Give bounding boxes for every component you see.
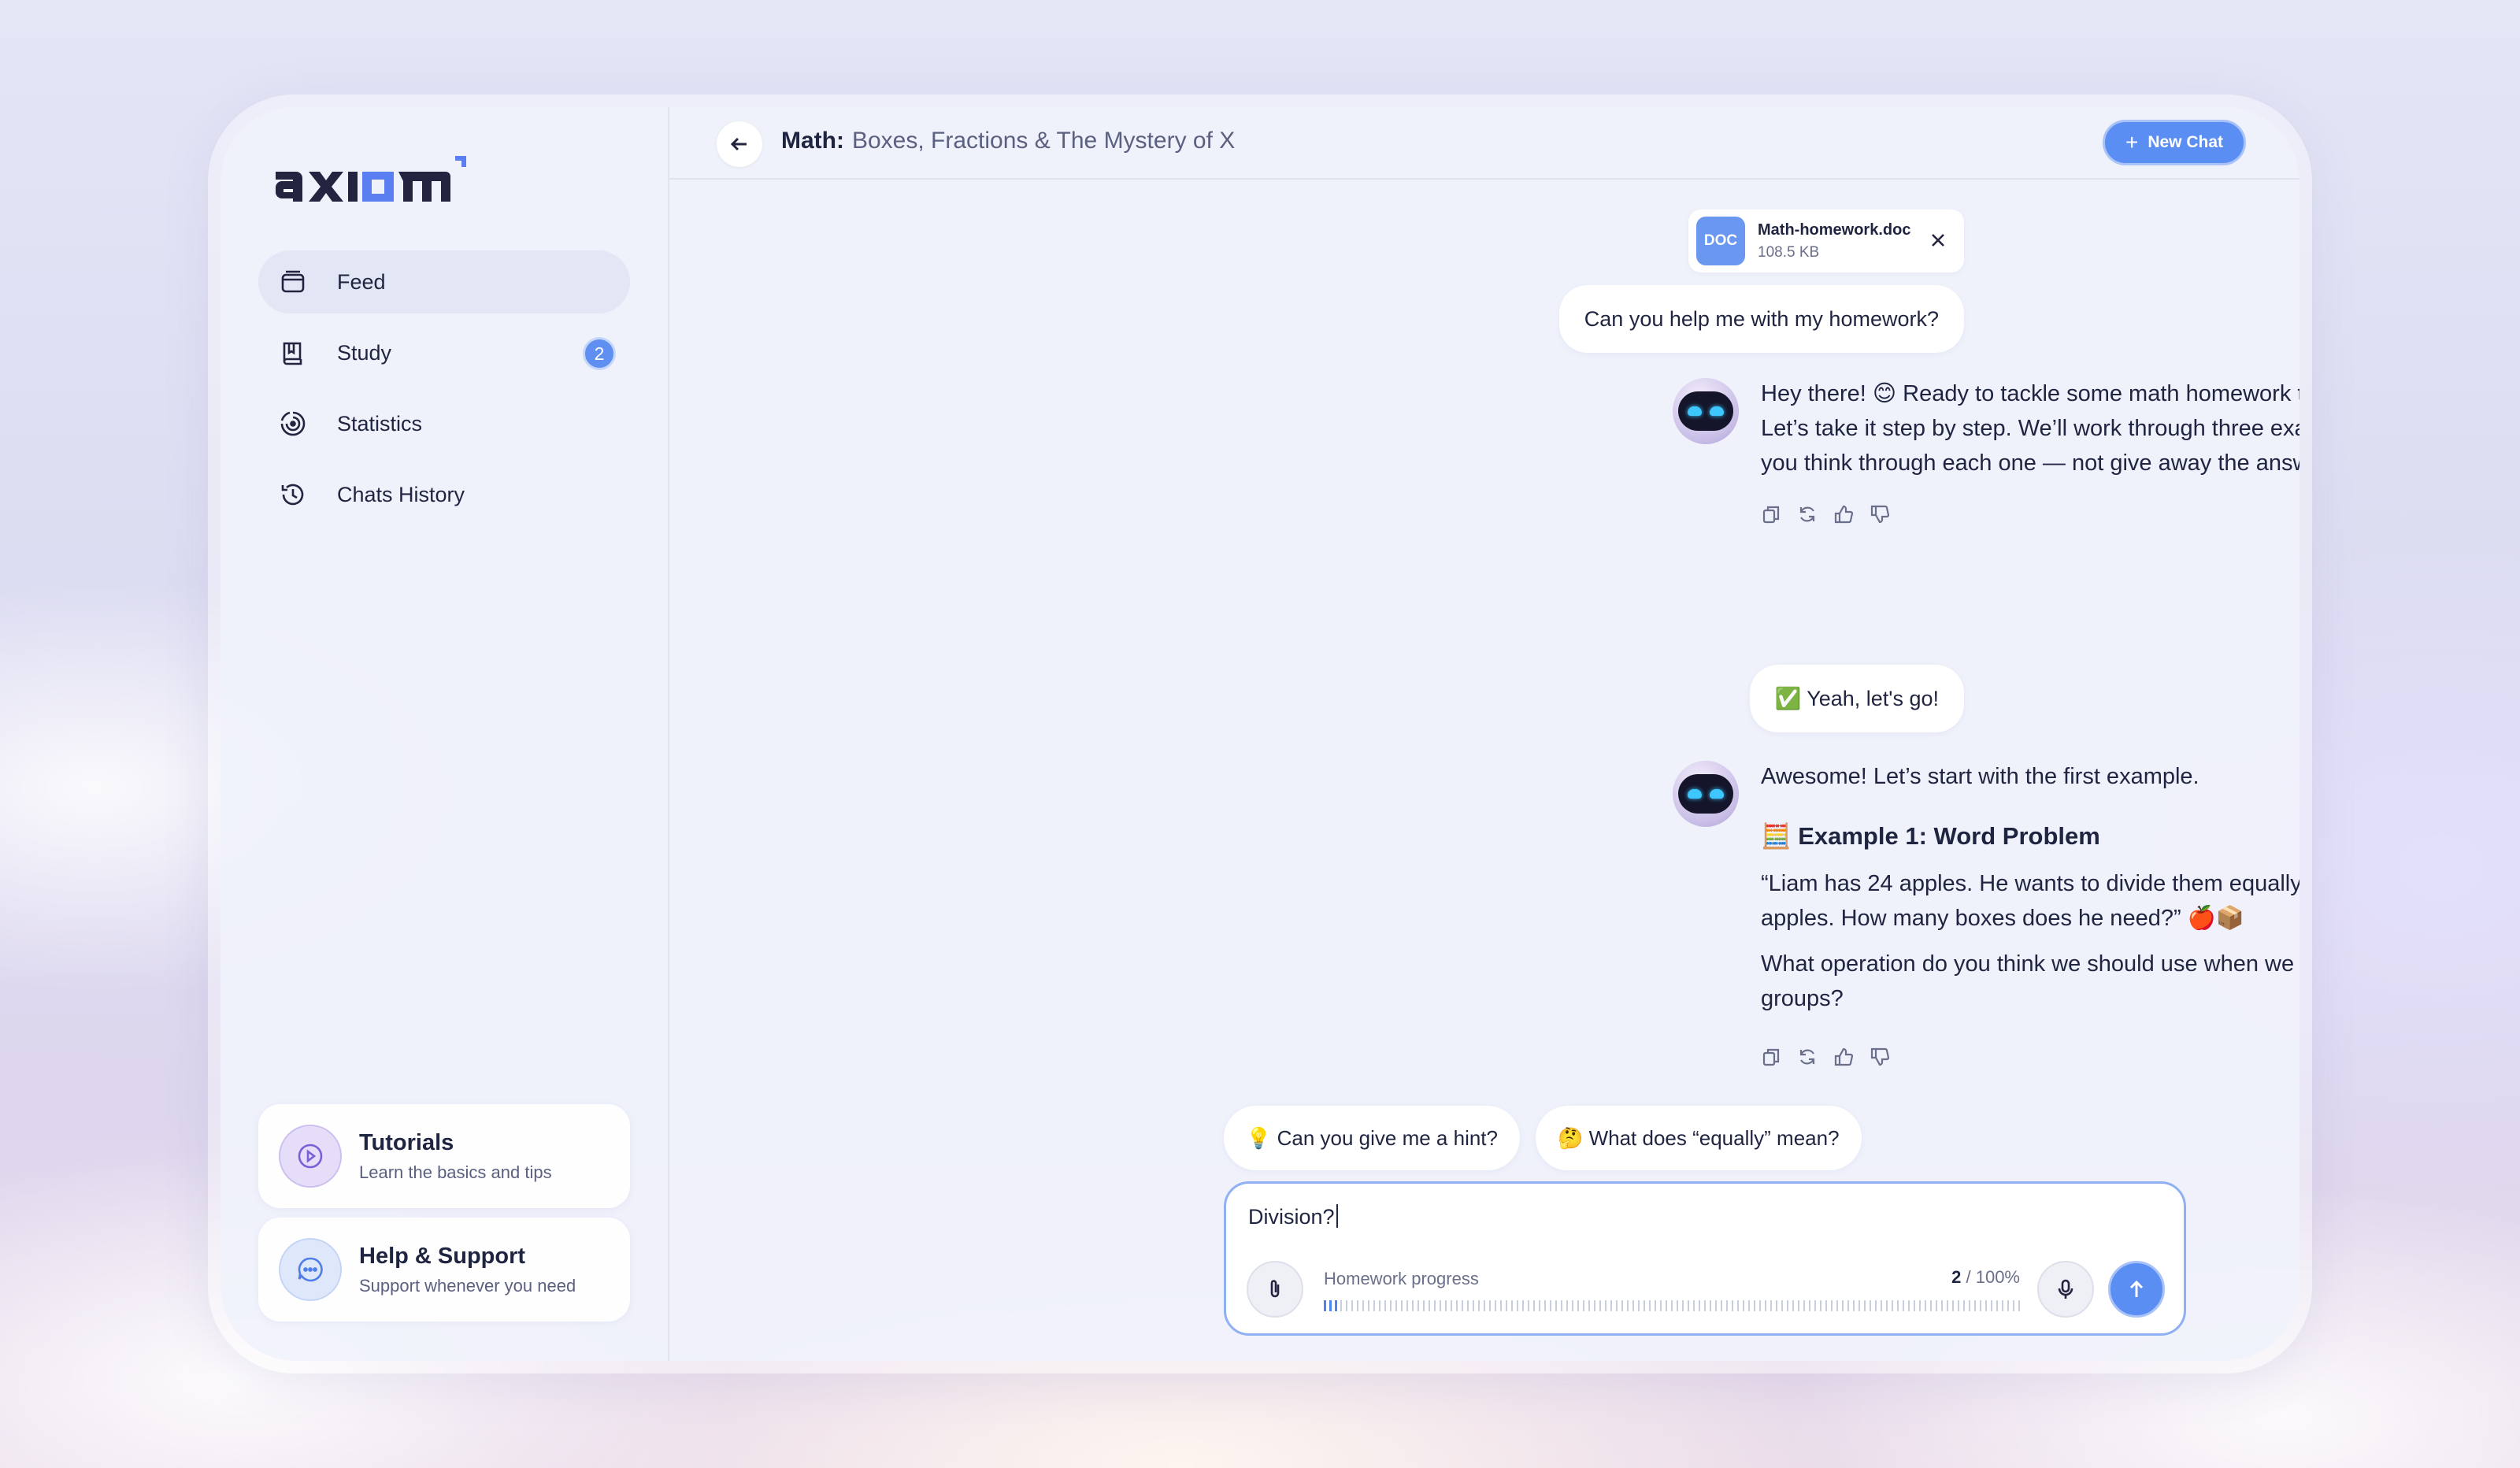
user-message: ✅ Yeah, let's go! [1749,665,1964,732]
sidebar-item-study[interactable]: Study 2 [258,321,630,384]
regenerate-icon[interactable] [1797,503,1818,525]
help-support-subtitle: Support whenever you need [359,1275,576,1296]
logo [272,154,469,205]
user-message: Can you help me with my homework? [1558,285,1964,353]
book-icon [277,337,309,369]
thumbs-down-icon[interactable] [1870,503,1890,525]
history-icon [277,479,309,510]
voice-input-button[interactable] [2037,1261,2094,1318]
new-chat-button[interactable]: + New Chat [2102,120,2246,165]
chat-main: Math: Boxes, Fractions & The Mystery of X… [669,107,2300,1361]
sidebar-item-label: Statistics [337,411,423,436]
assistant-avatar [1673,378,1739,444]
help-support-title: Help & Support [359,1243,526,1269]
tutorials-card[interactable]: Tutorials Learn the basics and tips [258,1104,630,1208]
attach-button[interactable] [1247,1261,1303,1318]
copy-icon[interactable] [1761,503,1781,525]
copy-icon[interactable] [1761,1046,1781,1068]
sidebar-item-chats-history[interactable]: Chats History [258,463,630,526]
progress-fill [1324,1300,1338,1311]
new-chat-label: New Chat [2148,133,2223,151]
assistant-message-intro: Awesome! Let’s start with the first exam… [1761,764,2199,789]
help-support-card[interactable]: Help & Support Support whenever you need [258,1218,630,1322]
statistics-icon [277,408,309,439]
message-input-value: Division? [1248,1205,1335,1229]
tutorials-subtitle: Learn the basics and tips [359,1162,552,1182]
assistant-message: Awesome! Let’s start with the first exam… [1761,759,2300,1016]
file-attachment[interactable]: DOC Math-homework.doc 108.5 KB [1688,209,1964,272]
sidebar-item-label: Chats History [337,482,465,506]
sidebar-item-statistics[interactable]: Statistics [258,392,630,455]
play-icon [279,1125,342,1188]
progress-label: Homework progress [1324,1269,1479,1288]
message-actions [1761,1046,1890,1068]
message-actions [1761,503,1890,525]
sidebar: Feed Study 2 Statistics Chats History Tu… [220,107,669,1361]
thumbs-down-icon[interactable] [1870,1046,1890,1068]
tutorials-title: Tutorials [359,1129,454,1155]
messages-list: DOC Math-homework.doc 108.5 KB Can you h… [669,107,2300,1131]
progress-total: / 100% [1966,1267,2021,1287]
thumbs-up-icon[interactable] [1833,1046,1854,1068]
close-icon [1932,234,1944,247]
example-question: What operation do you think we should us… [1761,951,2300,1011]
suggestion-chips: 💡 Can you give me a hint? 🤔 What does “e… [1224,1106,1862,1170]
feed-icon [277,266,309,298]
plus-icon: + [2125,130,2139,154]
paperclip-icon [1270,1280,1280,1298]
remove-attachment-button[interactable] [1926,228,1950,252]
example-title: 🧮 Example 1: Word Problem [1761,822,2100,850]
assistant-message: Hey there! 😊 Ready to tackle some math h… [1761,376,2300,480]
suggestion-hint[interactable]: 💡 Can you give me a hint? [1224,1106,1520,1170]
assistant-message-line: Let’s take it step by step. We’ll work t… [1761,416,2300,476]
assistant-message-line: Hey there! 😊 Ready to tackle some math h… [1761,381,2300,406]
progress-bar [1324,1300,2022,1311]
message-composer[interactable]: Division? Homework progress 2 / 100% [1224,1181,2186,1336]
example-problem: “Liam has 24 apples. He wants to divide … [1761,871,2300,931]
assistant-avatar [1673,761,1739,827]
thumbs-up-icon[interactable] [1833,503,1854,525]
chat-bubble-icon [279,1238,342,1301]
text-caret [1336,1204,1338,1228]
study-count-badge: 2 [583,337,616,370]
sidebar-item-feed[interactable]: Feed [258,250,630,313]
message-input[interactable]: Division? [1248,1204,1338,1229]
arrow-up-icon [2129,1280,2144,1297]
attachment-filename: Math-homework.doc [1758,221,1911,239]
sidebar-nav: Feed Study 2 Statistics Chats History [258,250,630,534]
microphone-icon [2058,1279,2073,1299]
progress-count: 2 [1951,1267,1962,1287]
suggestion-equally[interactable]: 🤔 What does “equally” mean? [1536,1106,1862,1170]
doc-file-icon: DOC [1696,217,1745,265]
progress-value: 2 / 100% [1951,1267,2020,1288]
send-button[interactable] [2108,1261,2165,1318]
regenerate-icon[interactable] [1797,1046,1818,1068]
sidebar-item-label: Study [337,340,392,365]
attachment-size: 108.5 KB [1758,243,1820,261]
sidebar-item-label: Feed [337,269,386,294]
axiom-logo [276,156,466,202]
app-window: Feed Study 2 Statistics Chats History Tu… [220,107,2300,1361]
